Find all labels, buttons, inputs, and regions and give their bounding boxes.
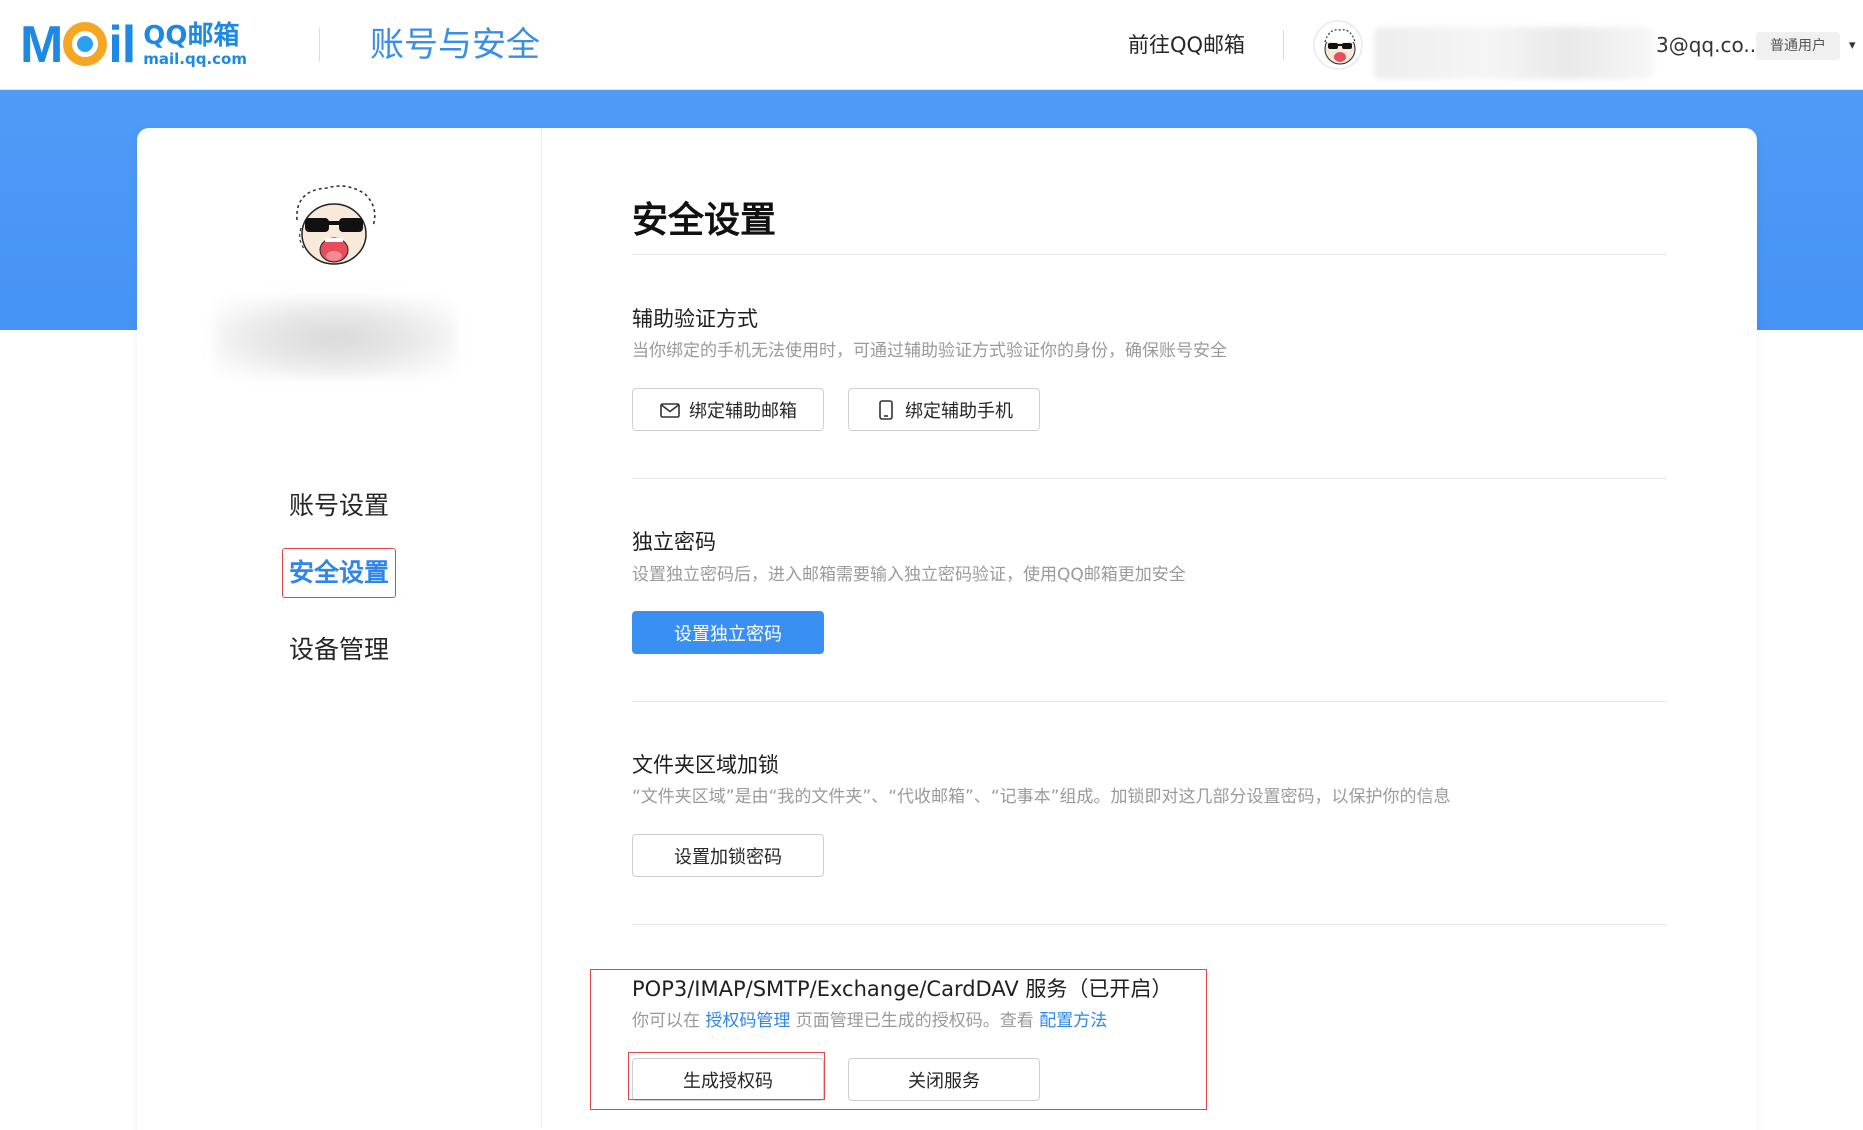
section-title-auxiliary-verification: 辅助验证方式 (632, 307, 758, 331)
highlight-box-generate-button (628, 1052, 825, 1100)
user-avatar-large[interactable] (287, 180, 381, 274)
blurred-account-name (1374, 27, 1654, 79)
blurred-username (215, 298, 455, 378)
bind-aux-phone-label: 绑定辅助手机 (905, 400, 1013, 422)
top-header: Mil QQ邮箱 mail.qq.com 账号与安全 前往QQ邮箱 3@qq.c… (0, 0, 1863, 90)
page-title: 安全设置 (632, 200, 777, 241)
set-lock-password-button[interactable]: 设置加锁密码 (632, 834, 824, 877)
set-lock-password-label: 设置加锁密码 (674, 846, 782, 868)
sidebar-item-label: 设备管理 (288, 635, 389, 664)
sidebar-item-account-settings[interactable]: 账号设置 (137, 488, 541, 524)
bind-aux-phone-button[interactable]: 绑定辅助手机 (848, 388, 1040, 431)
config-method-link[interactable]: 配置方法 (1039, 1011, 1107, 1031)
sidebar-item-security-settings[interactable]: 安全设置 (137, 548, 541, 598)
close-service-label: 关闭服务 (908, 1070, 980, 1092)
page-heading: 账号与安全 (370, 25, 540, 65)
section-desc-auxiliary-verification: 当你绑定的手机无法使用时，可通过辅助验证方式验证你的身份，确保账号安全 (632, 341, 1227, 361)
sidebar-divider (541, 128, 542, 1128)
logo-domain-text: mail.qq.com (143, 50, 247, 68)
section-title-pop3-imap-smtp: POP3/IMAP/SMTP/Exchange/CardDAV 服务（已开启） (632, 977, 1173, 1001)
desc-text-prefix: 你可以在 (632, 1011, 706, 1031)
logo-mail-wordmark: Mil (20, 16, 136, 74)
section-title-independent-password: 独立密码 (632, 530, 716, 554)
sidebar-item-label: 账号设置 (288, 491, 389, 520)
envelope-icon (659, 399, 681, 421)
user-avatar-small[interactable] (1313, 20, 1363, 70)
section-desc-folder-lock: “文件夹区域”是由“我的文件夹”、“代收邮箱”、“记事本”组成。加锁即对这几部分… (632, 787, 1451, 807)
section-desc-pop3-imap-smtp: 你可以在 授权码管理 页面管理已生成的授权码。查看 配置方法 (632, 1008, 1107, 1034)
desc-text-middle: 页面管理已生成的授权码。查看 (790, 1011, 1040, 1031)
set-independent-password-button[interactable]: 设置独立密码 (632, 611, 824, 654)
section-desc-independent-password: 设置独立密码后，进入邮箱需要输入独立密码验证，使用QQ邮箱更加安全 (632, 565, 1186, 585)
bind-aux-email-label: 绑定辅助邮箱 (689, 400, 797, 422)
settings-card: 账号设置 安全设置 设备管理 安全设置 辅助验证方式 当你绑定的手机无法使用时，… (137, 128, 1757, 1130)
logo-cn-text: QQ邮箱 (143, 21, 240, 51)
user-level-badge: 普通用户 (1756, 32, 1840, 60)
header-divider (319, 28, 320, 62)
sidebar-item-device-management[interactable]: 设备管理 (137, 632, 541, 668)
section-divider (632, 701, 1667, 702)
auth-code-management-link[interactable]: 授权码管理 (705, 1011, 790, 1031)
sidebar-item-label: 安全设置 (281, 548, 396, 598)
phone-icon (875, 399, 897, 421)
account-email: 3@qq.co... (1656, 33, 1763, 57)
section-divider (632, 924, 1667, 925)
set-independent-password-label: 设置独立密码 (674, 623, 782, 645)
title-divider (632, 254, 1667, 255)
account-dropdown-icon[interactable]: ▾ (1849, 38, 1856, 53)
section-divider (632, 478, 1667, 479)
qq-mail-logo[interactable]: Mil QQ邮箱 mail.qq.com (20, 18, 247, 72)
bind-aux-email-button[interactable]: 绑定辅助邮箱 (632, 388, 824, 431)
section-title-folder-lock: 文件夹区域加锁 (632, 753, 779, 777)
goto-mail-link[interactable]: 前往QQ邮箱 (1128, 30, 1245, 60)
header-divider-right (1283, 30, 1284, 60)
close-service-button[interactable]: 关闭服务 (848, 1058, 1040, 1101)
